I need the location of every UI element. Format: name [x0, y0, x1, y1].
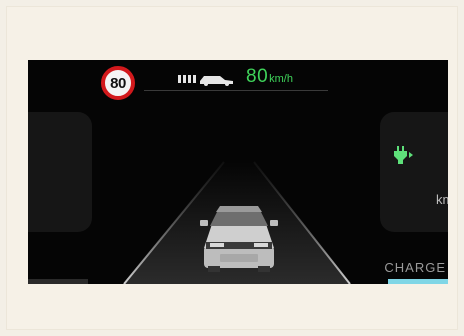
speed-limit-value: 80: [110, 74, 126, 92]
set-speed-value: 80: [246, 66, 269, 87]
hud-divider-line: [144, 90, 328, 91]
left-gauge-panel: [28, 112, 92, 232]
range-unit: km: [436, 192, 448, 207]
right-gauge-panel: km: [380, 112, 448, 232]
set-speed-readout: 80km/h: [246, 66, 293, 88]
charge-label: CHARGE: [384, 260, 446, 275]
cluster-display: 80 80km/h km CHARGE: [28, 60, 448, 284]
vehicle-follow-distance-icon: [178, 75, 233, 86]
set-speed-unit: km/h: [269, 73, 293, 85]
charge-bar: [388, 279, 448, 284]
speed-limit-sign: 80: [101, 66, 135, 100]
left-status-bar: [28, 279, 88, 284]
charging-plug-icon: [394, 146, 413, 164]
